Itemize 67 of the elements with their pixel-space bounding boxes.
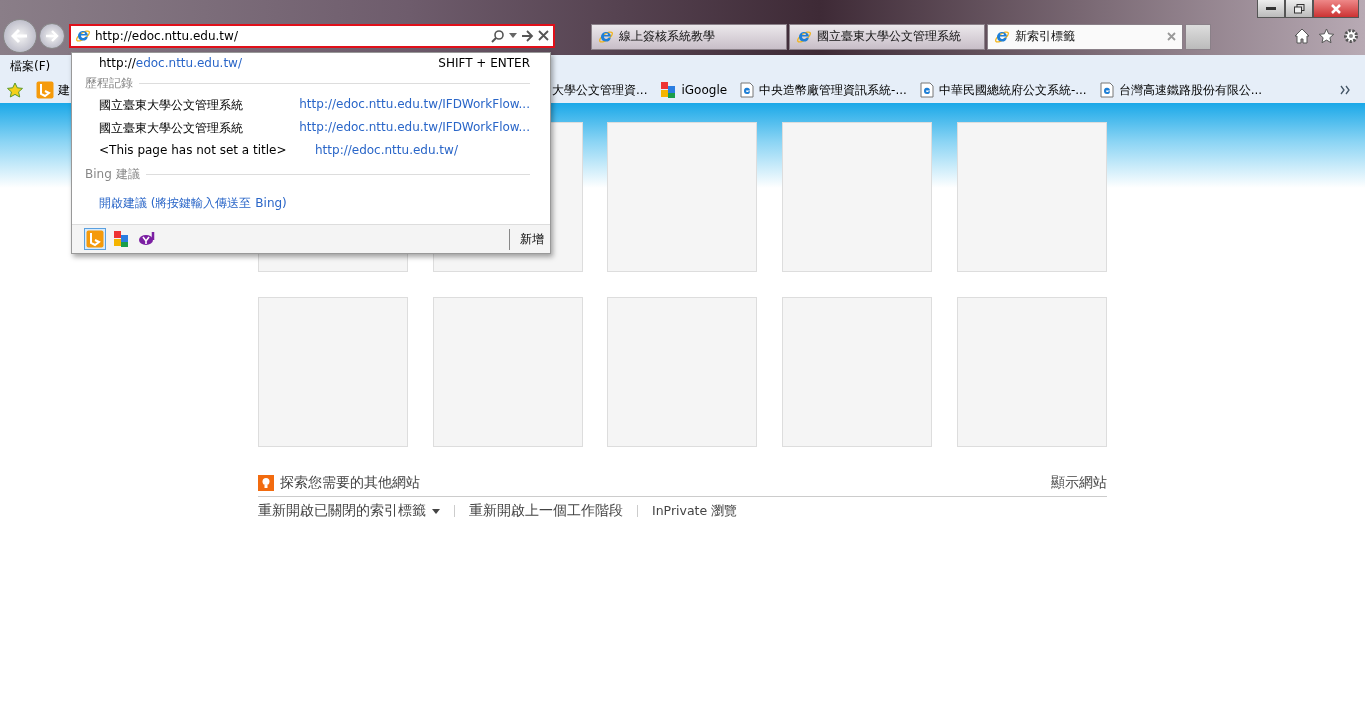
- site-tile[interactable]: [956, 297, 1107, 447]
- tab[interactable]: 國立臺東大學公文管理系統: [789, 23, 985, 50]
- section-heading: 歷程記錄: [85, 75, 133, 92]
- page-icon: [739, 82, 756, 98]
- tab[interactable]: 新索引標籤: [987, 23, 1183, 50]
- site-tile[interactable]: [258, 297, 408, 447]
- restore-button[interactable]: [1285, 0, 1313, 18]
- discover-text: 探索您需要的其他網站: [280, 474, 420, 492]
- minimize-icon: [1266, 6, 1276, 11]
- back-button[interactable]: [3, 18, 37, 53]
- new-tab-button[interactable]: [1185, 23, 1211, 50]
- settings-icon[interactable]: [1343, 27, 1359, 44]
- browser-logo-icon: [994, 28, 1010, 45]
- favorites-link[interactable]: 大學公文管理資...: [552, 81, 648, 99]
- suggested-sites-icon: [36, 81, 54, 99]
- forward-button[interactable]: [39, 22, 65, 49]
- page-link[interactable]: 重新開啟已關閉的索引標籤: [258, 502, 440, 520]
- star-icon[interactable]: [1318, 27, 1335, 44]
- close-tab-icon[interactable]: [1167, 32, 1176, 41]
- google-logo-icon: [112, 230, 130, 248]
- favorites-link[interactable]: 建: [36, 81, 70, 99]
- site-tile[interactable]: [607, 122, 758, 272]
- url-suggestion[interactable]: http://edoc.nttu.edu.tw/ SHIFT + ENTER: [72, 53, 550, 73]
- forward-arrow-icon: [45, 29, 59, 42]
- favorites-link[interactable]: 台灣高速鐵路股份有限公...: [1098, 81, 1263, 99]
- browser-logo-icon: [598, 28, 614, 45]
- favorites-link[interactable]: 中央造幣廠管理資訊系統-...: [739, 81, 907, 99]
- favorites-link[interactable]: iGoogle: [659, 81, 728, 99]
- page-icon: [1098, 82, 1115, 98]
- bing-icon: [86, 230, 104, 248]
- yahoo-logo-icon: [138, 230, 156, 248]
- show-sites-link[interactable]: 顯示網站: [1051, 474, 1107, 492]
- history-item[interactable]: 國立臺東大學公文管理系統 http://edoc.nttu.edu.tw/IFDWorkFlow...: [72, 117, 550, 140]
- back-arrow-icon: [11, 27, 29, 44]
- stop-icon[interactable]: [538, 30, 549, 41]
- history-item[interactable]: 國立臺東大學公文管理系統 http://edoc.nttu.edu.tw/IFDWorkFlow...: [72, 94, 550, 117]
- go-arrow-icon[interactable]: [521, 29, 534, 42]
- site-tile[interactable]: [432, 297, 583, 447]
- restore-icon: [1293, 3, 1305, 14]
- tab[interactable]: 線上簽核系統教學: [591, 23, 787, 50]
- caret-icon[interactable]: [432, 508, 440, 514]
- favorites-star-icon[interactable]: [6, 82, 24, 98]
- close-icon: [1331, 3, 1341, 14]
- lightbulb-icon: [258, 475, 274, 491]
- page-link[interactable]: 重新開啟上一個工作階段: [469, 502, 623, 520]
- google-logo-icon: [659, 81, 678, 99]
- browser-logo-icon: [75, 27, 91, 44]
- address-bar[interactable]: http://edoc.nttu.edu.tw/: [69, 23, 555, 48]
- search-icon[interactable]: [491, 28, 505, 43]
- close-button[interactable]: [1313, 0, 1359, 18]
- page-link[interactable]: InPrivate 瀏覽: [652, 502, 738, 520]
- site-tile[interactable]: [782, 122, 933, 272]
- add-button[interactable]: 新增: [509, 228, 544, 250]
- home-icon[interactable]: [1294, 27, 1310, 44]
- site-tile[interactable]: [782, 297, 933, 447]
- address-field[interactable]: http://edoc.nttu.edu.tw/: [95, 28, 487, 43]
- menu-item[interactable]: 檔案(F): [10, 57, 51, 75]
- minimize-button[interactable]: [1257, 0, 1285, 18]
- browser-logo-icon: [796, 28, 812, 45]
- history-item[interactable]: <This page has not set a title> http://edoc.nttu.edu.tw/: [72, 140, 550, 160]
- page-icon: [918, 82, 935, 98]
- caret-icon[interactable]: [509, 33, 517, 38]
- site-tile[interactable]: [956, 122, 1107, 272]
- site-tile[interactable]: [607, 297, 758, 447]
- favorites-link[interactable]: 中華民國總統府公文系統-...: [918, 81, 1087, 99]
- section-heading: Bing 建議: [85, 166, 140, 183]
- suggestions-link[interactable]: 開啟建議 (將按鍵輸入傳送至 Bing): [72, 185, 550, 224]
